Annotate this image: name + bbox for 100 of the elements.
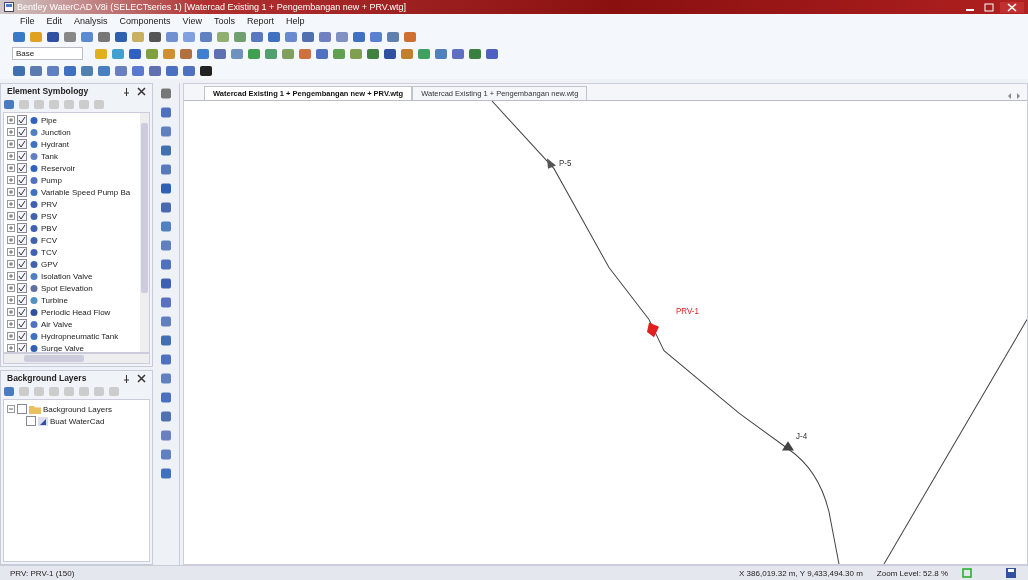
list-item[interactable]: Spot Elevation bbox=[41, 283, 93, 293]
expand-icon[interactable] bbox=[7, 188, 15, 196]
scrollbar[interactable] bbox=[3, 353, 150, 364]
checkbox[interactable] bbox=[17, 163, 27, 173]
maximize-icon[interactable] bbox=[981, 1, 997, 13]
expand-icon[interactable] bbox=[7, 200, 15, 208]
checkbox[interactable] bbox=[17, 307, 27, 317]
expand-icon[interactable] bbox=[7, 296, 15, 304]
list-item[interactable]: Isolation Valve bbox=[41, 271, 93, 281]
element-label: J-4 bbox=[796, 432, 808, 442]
list-item[interactable]: TCV bbox=[41, 247, 57, 257]
checkbox[interactable] bbox=[17, 295, 27, 305]
list-item[interactable]: Hydropneumatic Tank bbox=[41, 331, 119, 341]
square-icon[interactable] bbox=[199, 64, 213, 77]
expand-icon[interactable] bbox=[7, 344, 15, 352]
list-item[interactable]: PBV bbox=[41, 223, 57, 233]
expand-icon[interactable] bbox=[7, 236, 15, 244]
list-item[interactable]: Variable Speed Pump Ba bbox=[41, 187, 131, 197]
checkbox[interactable] bbox=[17, 115, 27, 125]
checkbox[interactable] bbox=[17, 211, 27, 221]
list-item[interactable]: PSV bbox=[41, 211, 57, 221]
panel-title: Element Symbology bbox=[7, 86, 90, 96]
menu-item[interactable]: View bbox=[182, 16, 202, 26]
list-item[interactable]: Surge Valve bbox=[41, 343, 84, 352]
flow-arrow-icon bbox=[547, 158, 556, 169]
list-item[interactable]: Air Valve bbox=[41, 319, 73, 329]
expand-icon[interactable] bbox=[7, 212, 15, 220]
checkbox[interactable] bbox=[17, 187, 27, 197]
zoom-status: Zoom Level: 52.8 % bbox=[876, 568, 948, 578]
checkbox[interactable] bbox=[17, 331, 27, 341]
checkbox[interactable] bbox=[26, 416, 36, 426]
expand-icon[interactable] bbox=[7, 405, 15, 413]
square-icon[interactable] bbox=[383, 47, 397, 60]
arrows-icon[interactable] bbox=[1007, 92, 1021, 100]
expand-icon[interactable] bbox=[7, 248, 15, 256]
checkbox[interactable] bbox=[17, 175, 27, 185]
menu-item[interactable]: Edit bbox=[46, 16, 63, 26]
checkbox[interactable] bbox=[17, 247, 27, 257]
list-item[interactable]: Tank bbox=[41, 151, 58, 161]
zoom-field[interactable]: Base bbox=[12, 47, 83, 60]
checkbox[interactable] bbox=[17, 151, 27, 161]
checkbox[interactable] bbox=[17, 271, 27, 281]
checkbox[interactable] bbox=[17, 319, 27, 329]
expand-icon[interactable] bbox=[7, 140, 15, 148]
expand-icon[interactable] bbox=[7, 272, 15, 280]
expand-icon[interactable] bbox=[7, 332, 15, 340]
element-label: PRV-1 bbox=[676, 307, 699, 317]
expand-icon[interactable] bbox=[7, 152, 15, 160]
list-item[interactable]: Turbine bbox=[41, 295, 68, 305]
scrollbar[interactable] bbox=[140, 113, 149, 352]
expand-icon[interactable] bbox=[7, 116, 15, 124]
expand-icon[interactable] bbox=[7, 260, 15, 268]
list-item[interactable]: Pump bbox=[41, 175, 62, 185]
menu-item[interactable]: Analysis bbox=[74, 16, 108, 26]
close-icon[interactable] bbox=[1000, 1, 1024, 13]
valve-icon bbox=[647, 322, 659, 338]
expand-icon[interactable] bbox=[7, 164, 15, 172]
checkbox[interactable] bbox=[17, 235, 27, 245]
checkbox[interactable] bbox=[17, 404, 27, 414]
square-icon[interactable] bbox=[148, 30, 162, 43]
pin-icon[interactable] bbox=[122, 86, 131, 96]
panel-title: Background Layers bbox=[7, 373, 88, 383]
list-item[interactable]: Pipe bbox=[41, 115, 57, 125]
menu-item[interactable]: Report bbox=[246, 16, 274, 26]
list-item[interactable]: Periodic Head Flow bbox=[41, 307, 111, 317]
menu-item[interactable]: Components bbox=[119, 16, 171, 26]
checkbox[interactable] bbox=[17, 283, 27, 293]
checkbox[interactable] bbox=[17, 199, 27, 209]
checkbox[interactable] bbox=[17, 259, 27, 269]
list-item[interactable]: PRV bbox=[41, 199, 58, 209]
tree-item[interactable]: Background Layers bbox=[43, 404, 112, 414]
window-title: Bentley WaterCAD V8i (SELECTseries 1) [Watercad Existing 1 + Pengembangan new + PRV.wtg] bbox=[17, 2, 407, 12]
list-item[interactable]: Reservoir bbox=[41, 163, 76, 173]
checkbox[interactable] bbox=[17, 223, 27, 233]
tree-item[interactable]: Buat WaterCad bbox=[50, 416, 105, 426]
expand-icon[interactable] bbox=[7, 128, 15, 136]
close-icon[interactable] bbox=[137, 373, 146, 383]
layer-icon bbox=[38, 416, 48, 426]
menu-item[interactable]: Tools bbox=[213, 16, 235, 26]
list-item[interactable]: Hydrant bbox=[41, 139, 69, 149]
square-icon[interactable] bbox=[46, 30, 60, 43]
close-icon[interactable] bbox=[137, 86, 146, 96]
expand-icon[interactable] bbox=[7, 284, 15, 292]
pin-icon[interactable] bbox=[122, 373, 131, 383]
checkbox[interactable] bbox=[17, 127, 27, 137]
expand-icon[interactable] bbox=[7, 308, 15, 316]
expand-icon[interactable] bbox=[7, 320, 15, 328]
list-item[interactable]: Junction bbox=[41, 127, 71, 137]
checkbox[interactable] bbox=[17, 139, 27, 149]
element-label: P-5 bbox=[559, 158, 572, 168]
selection-status: PRV: PRV-1 (150) bbox=[10, 568, 75, 578]
menu-item[interactable]: File bbox=[20, 16, 35, 26]
folder-icon bbox=[29, 404, 41, 414]
list-item[interactable]: FCV bbox=[41, 235, 57, 245]
expand-icon[interactable] bbox=[7, 224, 15, 232]
menu-item[interactable]: Help bbox=[285, 16, 305, 26]
junction-triangle-icon bbox=[782, 441, 794, 451]
list-item[interactable]: GPV bbox=[41, 259, 58, 269]
save-icon[interactable] bbox=[1006, 568, 1016, 578]
expand-icon[interactable] bbox=[7, 176, 15, 184]
